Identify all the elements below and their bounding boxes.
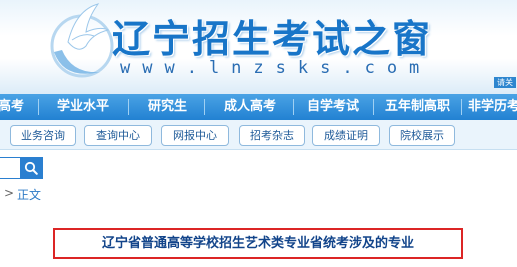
site-banner: 辽宁招生考试之窗 www.lnzsks.com 请关	[0, 0, 517, 94]
nav-item-self-study[interactable]: 自学考试	[307, 94, 359, 120]
nav-item-five-year[interactable]: 五年制高职	[385, 94, 450, 120]
search-button[interactable]	[20, 157, 43, 179]
breadcrumb-arrow: >	[4, 186, 15, 200]
nav-separator	[204, 99, 205, 115]
article-title-box: 辽宁省普通高等学校招生艺术类专业省统考涉及的专业	[53, 228, 463, 259]
nav-separator	[373, 99, 374, 115]
nav-separator	[461, 99, 462, 115]
article-title: 辽宁省普通高等学校招生艺术类专业省统考涉及的专业	[101, 236, 414, 251]
nav-item-xueye[interactable]: 学业水平	[57, 94, 109, 120]
nav-separator	[128, 99, 129, 115]
sub-nav-consult-button[interactable]: 业务咨询	[10, 125, 76, 146]
banner-right-text: 请关	[494, 77, 516, 88]
search-icon	[24, 161, 38, 175]
breadcrumb-current: 正文	[17, 188, 42, 202]
sub-nav-schools-button[interactable]: 院校展示	[389, 125, 455, 146]
nav-separator	[38, 99, 39, 115]
sub-nav-magazine-button[interactable]: 招考杂志	[239, 125, 305, 146]
nav-separator	[293, 99, 294, 115]
sub-nav-query-button[interactable]: 查询中心	[84, 125, 152, 146]
sub-nav-certificate-button[interactable]: 成绩证明	[312, 125, 380, 146]
nav-item-adult-exam[interactable]: 成人高考	[224, 94, 276, 120]
sub-nav-registration-button[interactable]: 网报中心	[161, 125, 229, 146]
dove-logo-icon	[50, 3, 114, 78]
nav-item-gaokao[interactable]: 高考	[0, 94, 24, 120]
search-input[interactable]	[0, 157, 20, 179]
site-name: 辽宁招生考试之窗	[112, 17, 433, 61]
main-nav: 高考 学业水平 研究生 成人高考 自学考试 五年制高职 非学历考	[0, 94, 517, 120]
site-url: www.lnzsks.com	[120, 58, 432, 78]
nav-item-non-degree[interactable]: 非学历考	[468, 94, 517, 120]
sub-nav: 业务咨询 查询中心 网报中心 招考杂志 成绩证明 院校展示	[0, 120, 517, 150]
nav-item-graduate[interactable]: 研究生	[148, 94, 187, 120]
page: 辽宁招生考试之窗 www.lnzsks.com 请关 高考 学业水平 研究生 成…	[0, 0, 517, 267]
